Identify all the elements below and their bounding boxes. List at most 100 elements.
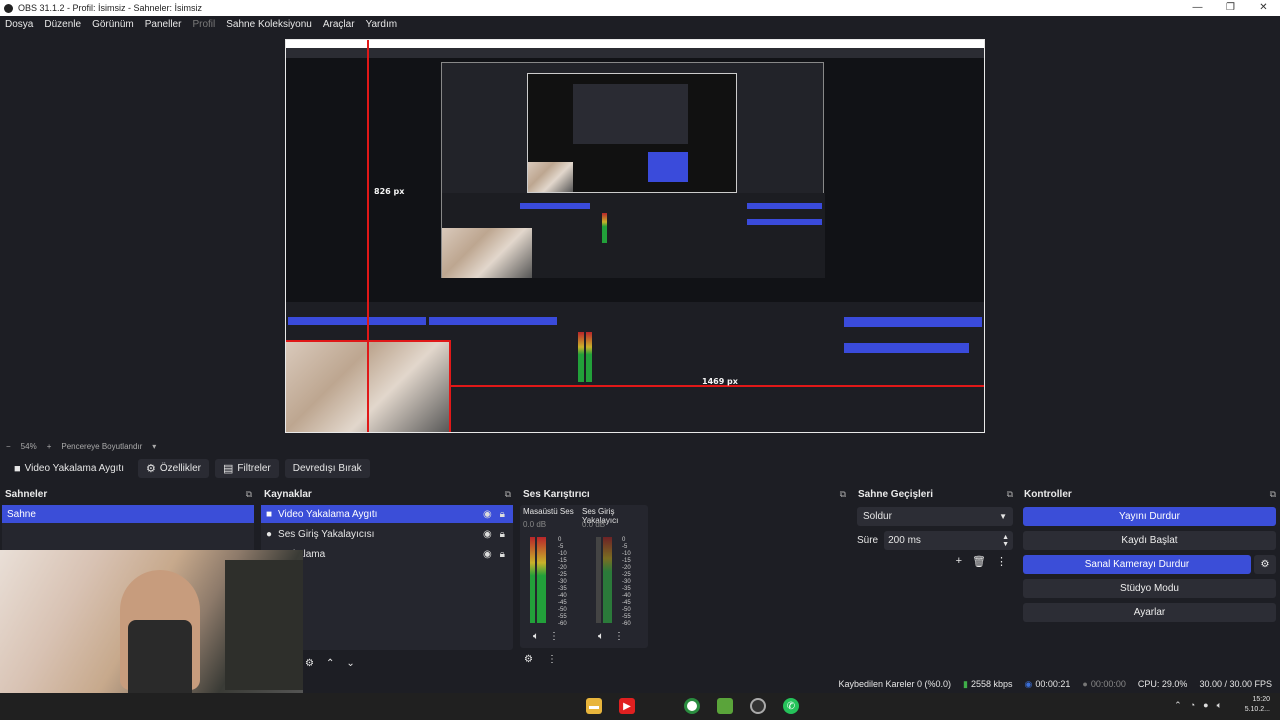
more-icon[interactable]: ⋮ (549, 631, 559, 642)
deactivate-label: Devredışı Bırak (292, 463, 362, 474)
network-icon[interactable]: ◔ (1190, 700, 1195, 711)
camera-icon: ■ (14, 462, 21, 475)
obs-logo-icon (4, 3, 13, 13)
whatsapp-icon[interactable]: ✆ (783, 698, 799, 714)
youtube-icon[interactable]: ▶ (619, 698, 635, 714)
speaker-icon[interactable]: 🔈︎ (598, 631, 604, 642)
zoom-in-icon[interactable]: + (47, 442, 52, 451)
source-item-video[interactable]: ■ Video Yakalama Aygıtı ◉ 🔒︎ (261, 505, 513, 523)
zoom-out-icon[interactable]: − (6, 442, 11, 451)
chevron-down-icon[interactable]: ▾ (152, 442, 156, 451)
minimize-icon[interactable]: — (1181, 0, 1214, 16)
menu-profil: Profil (192, 19, 216, 30)
eye-icon[interactable]: ◉ (483, 529, 492, 540)
transition-buttons: + 🗑︎ ⋮ (853, 555, 1007, 568)
duration-input[interactable]: 200 ms ▲ ▼ (884, 531, 1013, 550)
signal-icon: ▮ (963, 678, 968, 689)
chevron-up-icon[interactable]: ⌃ (1174, 700, 1182, 711)
window-controls: — ❐ ✕ (1181, 0, 1280, 16)
deactivate-button[interactable]: Devredışı Bırak (284, 459, 370, 478)
menu-duzenle[interactable]: Düzenle (44, 19, 81, 30)
stop-stream-button[interactable]: Yayını Durdur (1023, 507, 1276, 526)
gear-icon[interactable]: ⚙ (524, 654, 533, 665)
nested-source-selected (520, 203, 590, 209)
zoom-mode[interactable]: Pencereye Boyutlandır (61, 442, 142, 451)
channel-db: 0.0 dB (582, 520, 606, 529)
more-icon[interactable]: ⋮ (996, 555, 1007, 568)
menu-gorunum[interactable]: Görünüm (92, 19, 134, 30)
duration-label: Süre (857, 535, 879, 546)
lock-icon[interactable]: 🔒︎ (500, 529, 505, 540)
channel-meter (530, 537, 546, 623)
more-icon[interactable]: ⋮ (547, 654, 557, 665)
microphone-icon: ● (266, 528, 273, 540)
taskbar: ▬ ▶ ✆ 15:20 5.10.2... ⌃ ◔ ● 🔈︎ (0, 693, 1280, 720)
nested-controls-btn2 (747, 219, 822, 225)
studio-mode-button[interactable]: Stüdyo Modu (1023, 579, 1276, 598)
filters-button[interactable]: ▤ Filtreler (215, 459, 279, 478)
eye-icon[interactable]: ◉ (483, 509, 492, 520)
add-icon[interactable]: + (956, 555, 962, 568)
stop-virtualcam-button[interactable]: Sanal Kamerayı Durdur (1023, 555, 1251, 574)
menu-sahne-koleksiyonu[interactable]: Sahne Koleksiyonu (226, 19, 312, 30)
virtualcam-row: Sanal Kamerayı Durdur ⚙ (1023, 555, 1276, 574)
camera-icon: ■ (266, 508, 273, 520)
speaker-icon[interactable]: 🔈︎ (533, 631, 539, 642)
filters-label: Filtreler (237, 463, 271, 474)
channel-controls: 🔈︎ ⋮ (533, 631, 559, 642)
sources-toolbar: ⚙ ⌃ ⌄ (305, 658, 515, 669)
clock-time: 15:20 (1252, 696, 1270, 703)
chrome-icon[interactable] (684, 698, 700, 714)
menu-araclar[interactable]: Araçlar (323, 19, 355, 30)
undock-icon[interactable]: ⧉ (505, 489, 511, 500)
menu-paneller[interactable]: Paneller (145, 19, 182, 30)
menu-dosya[interactable]: Dosya (5, 19, 33, 30)
nested-webcam (442, 228, 532, 278)
controls-dock: Kontroller ⧉ Yayını Durdur Kaydı Başlat … (1019, 487, 1280, 672)
spinner-icon[interactable]: ▲ ▼ (1002, 534, 1009, 548)
volume-icon[interactable]: 🔈︎ (1217, 700, 1222, 711)
gear-icon[interactable]: ⚙ (305, 658, 314, 669)
lock-icon[interactable]: 🔒︎ (500, 509, 505, 520)
start-record-button[interactable]: Kaydı Başlat (1023, 531, 1276, 550)
scene-item-label: Sahne (7, 508, 36, 520)
menubar: Dosya Düzenle Görünüm Paneller Profil Sa… (0, 16, 1280, 33)
scene-item[interactable]: Sahne (2, 505, 254, 523)
minecraft-icon[interactable] (717, 698, 733, 714)
undock-icon[interactable]: ⧉ (1007, 489, 1013, 500)
move-up-icon[interactable]: ⌃ (326, 658, 334, 669)
source-item-audio[interactable]: ● Ses Giriş Yakalayıcısı ◉ 🔒︎ (261, 525, 513, 543)
nested-meter (602, 213, 607, 243)
more-icon[interactable]: ⋮ (614, 631, 624, 642)
settings-button[interactable]: Ayarlar (1023, 603, 1276, 622)
properties-button[interactable]: ⚙ Özellikler (138, 459, 209, 478)
meter-bar-left (596, 537, 601, 623)
transition-select-value: Soldur (863, 511, 892, 522)
trash-icon[interactable]: 🗑︎ (972, 555, 986, 568)
bounding-box-right (449, 340, 451, 432)
undock-icon[interactable]: ⧉ (1270, 489, 1276, 500)
move-down-icon[interactable]: ⌄ (346, 658, 354, 669)
channel-controls: 🔈︎ ⋮ (598, 631, 624, 642)
source-item-label: Video Yakalama Aygıtı (278, 508, 378, 520)
menu-yardim[interactable]: Yardım (366, 19, 398, 30)
folder-icon[interactable]: ▬ (586, 698, 602, 714)
obs-icon[interactable] (750, 698, 766, 714)
eye-icon[interactable]: ◉ (483, 549, 492, 560)
transition-select[interactable]: Soldur ▼ (857, 507, 1013, 526)
channel-meter (596, 537, 612, 623)
transitions-dock: Sahne Geçişleri ⧉ Soldur ▼ Süre 200 ms ▲… (853, 487, 1017, 672)
maximize-icon[interactable]: ❐ (1214, 0, 1247, 16)
undock-icon[interactable]: ⧉ (246, 489, 252, 500)
bounding-box-top (286, 340, 451, 342)
meter-scale: 0 -5 -10 -15 -20 -25 -30 -35 -40 -45 -50 -55 -60 (622, 537, 631, 627)
meter-bar-left (530, 537, 535, 623)
system-clock[interactable]: 15:20 5.10.2... (1245, 695, 1270, 715)
gear-icon[interactable]: ⚙ (1254, 555, 1276, 574)
undock-icon[interactable]: ⧉ (840, 489, 846, 500)
lock-icon[interactable]: 🔒︎ (500, 549, 505, 560)
close-icon[interactable]: ✕ (1247, 0, 1280, 16)
microphone-icon[interactable]: ● (1203, 700, 1208, 711)
nested-preview (441, 62, 825, 278)
program-preview[interactable]: 826 px 1469 px (285, 39, 985, 433)
